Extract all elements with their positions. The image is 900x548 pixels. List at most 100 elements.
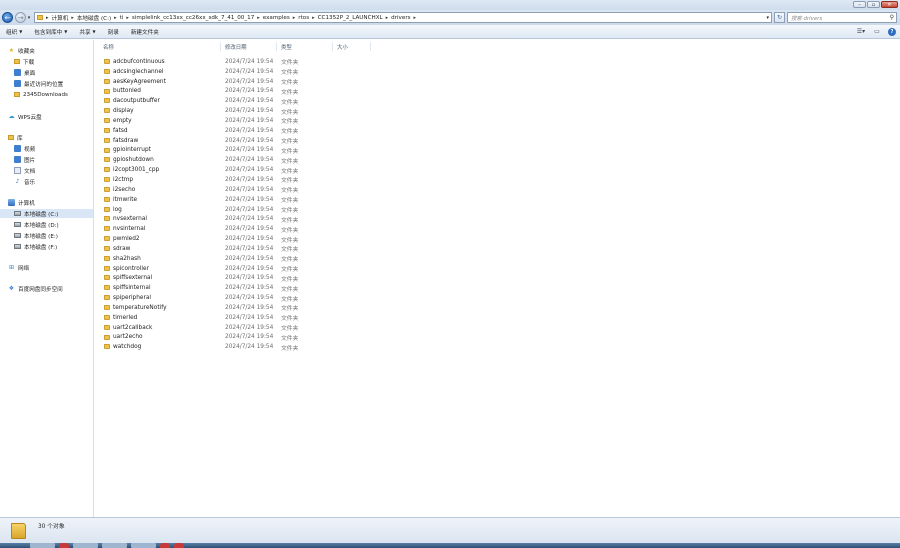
file-name[interactable]: itmwrite [113,197,137,203]
taskbar-app-icon[interactable] [59,543,69,548]
sidebar-item-recent[interactable]: 最近访问的位置 [14,79,63,88]
file-row[interactable]: buttonled 2024/7/24 19:54 文件夹 [95,87,900,97]
sidebar-item-videos[interactable]: 视频 [14,144,35,153]
file-name[interactable]: timerled [113,315,137,321]
file-row[interactable]: pwmled2 2024/7/24 19:54 文件夹 [95,234,900,244]
sidebar-item-drive-e[interactable]: 本地磁盘 (E:) [14,231,58,240]
chevron-right-icon[interactable]: ▸ [46,15,49,21]
breadcrumb-sdk[interactable]: simplelink_cc13xx_cc26xx_sdk_7_41_00_17 [132,15,254,21]
share-button[interactable]: 共享 ▼ [73,28,101,36]
breadcrumb-examples[interactable]: examples [263,15,290,21]
file-name[interactable]: adcbufcontinuous [113,59,165,65]
file-row[interactable]: i2copt3001_cpp 2024/7/24 19:54 文件夹 [95,165,900,175]
breadcrumb-computer[interactable]: 计算机 [52,14,69,22]
column-header-name[interactable]: 名称 [99,42,221,51]
breadcrumb-drivers[interactable]: drivers [391,15,410,21]
include-in-library-button[interactable]: 包含到库中 ▼ [28,28,73,36]
burn-button[interactable]: 刻录 [102,28,125,36]
file-name[interactable]: i2ctmp [113,177,133,183]
minimize-button[interactable]: – [853,1,866,8]
chevron-right-icon[interactable]: ▸ [414,15,417,21]
sidebar-item-libraries[interactable]: 库 [8,133,23,142]
file-name[interactable]: watchdog [113,344,141,350]
back-button[interactable]: ← [2,12,13,23]
column-header-type[interactable]: 类型 [277,42,333,51]
file-name[interactable]: spiffsinternal [113,285,151,291]
file-name[interactable]: log [113,207,122,213]
recent-pages-dropdown[interactable]: ▾ [26,15,32,21]
sidebar-item-computer[interactable]: 计算机 [8,198,35,207]
file-row[interactable]: log 2024/7/24 19:54 文件夹 [95,205,900,215]
chevron-right-icon[interactable]: ▸ [293,15,296,21]
taskbar-button[interactable] [30,543,55,548]
file-name[interactable]: gpioshutdown [113,157,154,163]
file-name[interactable]: spiffsexternal [113,275,152,281]
sidebar-item-wps-cloud[interactable]: ☁ WPS云盘 [8,112,42,121]
sidebar-item-favorites[interactable]: ★ 收藏夹 [8,46,35,55]
file-row[interactable]: adcbufcontinuous 2024/7/24 19:54 文件夹 [95,57,900,67]
preview-pane-icon[interactable]: ▭ [872,28,882,36]
file-name[interactable]: spiperipheral [113,295,151,301]
search-input[interactable]: 搜索 drivers ⚲ [787,12,897,23]
file-row[interactable]: spiffsexternal 2024/7/24 19:54 文件夹 [95,273,900,283]
taskbar-app-icon[interactable] [160,543,170,548]
file-row[interactable]: dacoutputbuffer 2024/7/24 19:54 文件夹 [95,96,900,106]
taskbar-button[interactable] [131,543,156,548]
file-row[interactable]: empty 2024/7/24 19:54 文件夹 [95,116,900,126]
file-name[interactable]: buttonled [113,88,141,94]
file-name[interactable]: pwmled2 [113,236,140,242]
file-name[interactable]: temperatureNotify [113,305,167,311]
file-name[interactable]: aesKeyAgreement [113,79,166,85]
chevron-right-icon[interactable]: ▸ [114,15,117,21]
chevron-right-icon[interactable]: ▸ [126,15,129,21]
sidebar-item-downloads[interactable]: 下载 [14,57,34,66]
column-header-size[interactable]: 大小 [333,42,371,51]
forward-button[interactable]: → [15,12,26,23]
sidebar-item-drive-c[interactable]: 本地磁盘 (C:) [0,209,93,218]
file-row[interactable]: fatsdraw 2024/7/24 19:54 文件夹 [95,136,900,146]
chevron-right-icon[interactable]: ▸ [312,15,315,21]
file-row[interactable]: watchdog 2024/7/24 19:54 文件夹 [95,342,900,352]
sidebar-item-drive-f[interactable]: 本地磁盘 (F:) [14,242,57,251]
file-name[interactable]: nvsinternal [113,226,145,232]
sidebar-item-desktop[interactable]: 桌面 [14,68,35,77]
file-row[interactable]: sdraw 2024/7/24 19:54 文件夹 [95,244,900,254]
refresh-button[interactable]: ↻ [774,12,785,23]
file-name[interactable]: sha2hash [113,256,141,262]
file-name[interactable]: adcsinglechannel [113,69,164,75]
file-row[interactable]: i2secho 2024/7/24 19:54 文件夹 [95,185,900,195]
column-header-modified[interactable]: 修改日期 [221,42,277,51]
file-row[interactable]: spiffsinternal 2024/7/24 19:54 文件夹 [95,283,900,293]
file-row[interactable]: nvsinternal 2024/7/24 19:54 文件夹 [95,224,900,234]
chevron-right-icon[interactable]: ▸ [257,15,260,21]
taskbar-button[interactable] [73,543,98,548]
sidebar-item-documents[interactable]: 文档 [14,166,35,175]
address-bar[interactable]: ▸ 计算机 ▸ 本地磁盘 (C:) ▸ ti ▸ simplelink_cc13… [34,12,772,23]
file-name[interactable]: nvsexternal [113,216,147,222]
close-button[interactable]: ✕ [881,1,898,8]
file-row[interactable]: aesKeyAgreement 2024/7/24 19:54 文件夹 [95,77,900,87]
file-row[interactable]: temperatureNotify 2024/7/24 19:54 文件夹 [95,303,900,313]
taskbar-button[interactable] [102,543,127,548]
file-name[interactable]: i2copt3001_cpp [113,167,159,173]
file-name[interactable]: empty [113,118,132,124]
file-row[interactable]: nvsexternal 2024/7/24 19:54 文件夹 [95,214,900,224]
file-row[interactable]: display 2024/7/24 19:54 文件夹 [95,106,900,116]
file-row[interactable]: spicontroller 2024/7/24 19:54 文件夹 [95,264,900,274]
file-name[interactable]: display [113,108,134,114]
file-row[interactable]: adcsinglechannel 2024/7/24 19:54 文件夹 [95,67,900,77]
breadcrumb-board[interactable]: CC1352P_2_LAUNCHXL [318,15,383,21]
view-options-icon[interactable]: ☰▾ [856,28,866,36]
sidebar-item-network[interactable]: ⊞ 网络 [8,263,29,272]
file-row[interactable]: spiperipheral 2024/7/24 19:54 文件夹 [95,293,900,303]
file-row[interactable]: i2ctmp 2024/7/24 19:54 文件夹 [95,175,900,185]
sidebar-item-pictures[interactable]: 图片 [14,155,35,164]
file-name[interactable]: sdraw [113,246,130,252]
new-folder-button[interactable]: 新建文件夹 [125,28,165,36]
file-name[interactable]: uart2echo [113,334,143,340]
taskbar-app-icon[interactable] [174,543,184,548]
sidebar-item-2345downloads[interactable]: 2345Downloads [14,90,68,99]
file-row[interactable]: timerled 2024/7/24 19:54 文件夹 [95,313,900,323]
file-name[interactable]: gpiointerrupt [113,147,151,153]
sidebar-item-music[interactable]: ♪ 音乐 [14,177,36,186]
